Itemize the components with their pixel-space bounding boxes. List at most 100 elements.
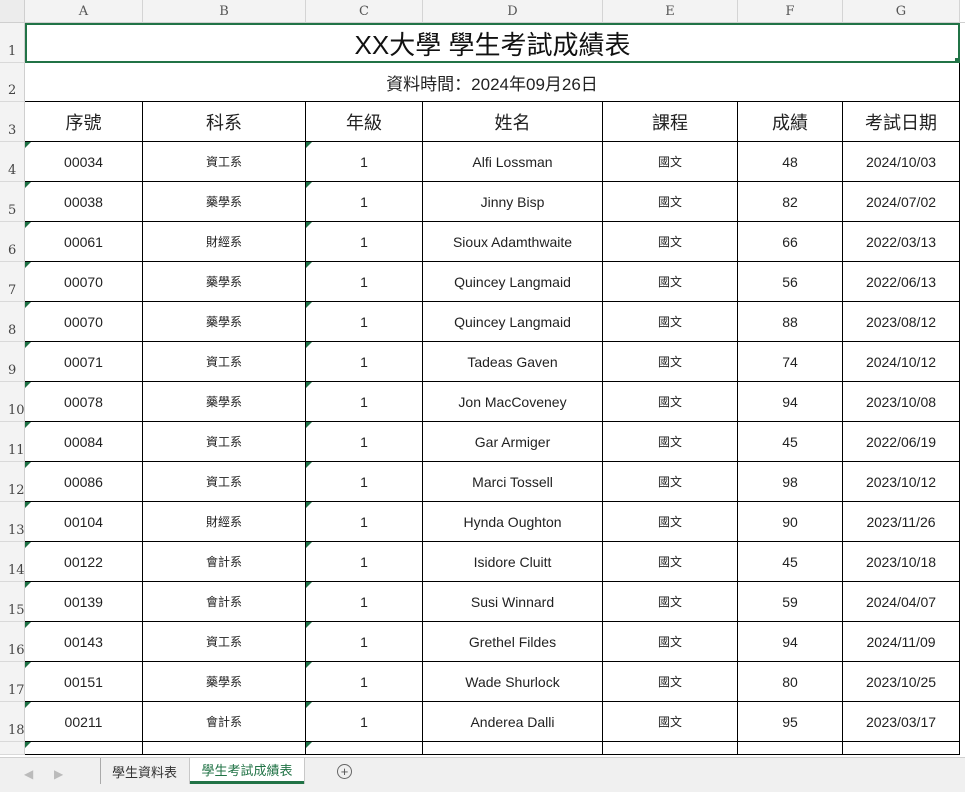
table-cell[interactable]: 88 [738,302,843,342]
row-header-19[interactable] [0,742,25,755]
add-sheet-plus-icon[interactable]: + [337,764,352,779]
table-cell-empty[interactable] [143,742,306,755]
table-cell[interactable]: 財經系 [143,222,306,262]
data-time-cell[interactable]: 資料時間：2024年09月26日 [25,63,960,102]
row-header-5[interactable]: 5 [0,182,25,222]
table-cell[interactable]: Wade Shurlock [423,662,603,702]
table-cell[interactable]: 94 [738,622,843,662]
table-cell[interactable]: 2022/06/19 [843,422,960,462]
table-cell[interactable]: 2024/10/03 [843,142,960,182]
row-header-9[interactable]: 9 [0,342,25,382]
table-cell[interactable]: 2024/11/09 [843,622,960,662]
table-header-cell[interactable]: 年級 [306,102,423,142]
row-header-16[interactable]: 16 [0,622,25,662]
table-cell[interactable]: 國文 [603,382,738,422]
row-header-10[interactable]: 10 [0,382,25,422]
table-cell[interactable]: 國文 [603,342,738,382]
table-cell[interactable]: 藥學系 [143,662,306,702]
table-cell[interactable]: Tadeas Gaven [423,342,603,382]
table-cell[interactable]: 國文 [603,142,738,182]
row-header-4[interactable]: 4 [0,142,25,182]
table-cell-empty[interactable] [603,742,738,755]
table-cell[interactable]: 2024/10/12 [843,342,960,382]
table-cell[interactable]: 國文 [603,462,738,502]
table-cell[interactable]: 藥學系 [143,262,306,302]
row-header-2[interactable]: 2 [0,63,25,102]
table-cell[interactable]: 98 [738,462,843,502]
row-header-14[interactable]: 14 [0,542,25,582]
table-cell-empty[interactable] [738,742,843,755]
row-header-15[interactable]: 15 [0,582,25,622]
table-cell[interactable]: 國文 [603,302,738,342]
table-cell[interactable]: Marci Tossell [423,462,603,502]
table-cell[interactable]: 95 [738,702,843,742]
row-header-17[interactable]: 17 [0,662,25,702]
table-cell[interactable]: 66 [738,222,843,262]
table-cell[interactable]: 1 [306,462,423,502]
table-cell[interactable]: 00104 [25,502,143,542]
scroll-tabs-left-icon[interactable]: ◀ [24,767,33,781]
table-cell[interactable]: Jinny Bisp [423,182,603,222]
table-cell[interactable]: 資工系 [143,462,306,502]
table-cell[interactable]: 2023/10/25 [843,662,960,702]
table-cell[interactable]: 00078 [25,382,143,422]
table-cell[interactable]: Jon MacCoveney [423,382,603,422]
column-header-b[interactable]: B [143,0,306,23]
table-cell[interactable]: 資工系 [143,342,306,382]
table-cell[interactable]: 2023/08/12 [843,302,960,342]
table-cell[interactable]: 1 [306,342,423,382]
table-cell[interactable]: 藥學系 [143,302,306,342]
table-cell[interactable]: 48 [738,142,843,182]
table-cell[interactable]: 1 [306,182,423,222]
table-cell[interactable]: 00143 [25,622,143,662]
row-header-3[interactable]: 3 [0,102,25,142]
table-cell[interactable]: 00211 [25,702,143,742]
table-cell[interactable]: Alfi Lossman [423,142,603,182]
table-cell[interactable]: 45 [738,542,843,582]
table-cell[interactable]: Quincey Langmaid [423,302,603,342]
table-cell[interactable]: 1 [306,422,423,462]
table-cell[interactable]: 1 [306,142,423,182]
spreadsheet-grid[interactable]: A B C D E F G 1 XX大學 學生考試成績表 2 資料時間：2024年09月26日 3 序號… [0,0,965,757]
table-cell[interactable]: Hynda Oughton [423,502,603,542]
table-cell[interactable]: 94 [738,382,843,422]
table-cell[interactable]: 00070 [25,302,143,342]
column-header-f[interactable]: F [738,0,843,23]
table-cell[interactable]: 1 [306,582,423,622]
table-cell[interactable]: 2023/10/08 [843,382,960,422]
table-cell[interactable]: 00034 [25,142,143,182]
row-header-8[interactable]: 8 [0,302,25,342]
table-cell[interactable]: 00071 [25,342,143,382]
table-cell[interactable]: 國文 [603,502,738,542]
table-cell[interactable]: 00084 [25,422,143,462]
table-cell[interactable]: 56 [738,262,843,302]
sheet-title-cell[interactable]: XX大學 學生考試成績表 [25,23,960,63]
table-cell[interactable]: 會計系 [143,582,306,622]
table-cell[interactable]: 2023/10/18 [843,542,960,582]
table-cell[interactable]: 國文 [603,222,738,262]
table-cell[interactable]: 國文 [603,182,738,222]
row-header-11[interactable]: 11 [0,422,25,462]
table-cell-empty[interactable] [843,742,960,755]
table-header-cell[interactable]: 姓名 [423,102,603,142]
row-header-18[interactable]: 18 [0,702,25,742]
table-cell[interactable]: 2024/07/02 [843,182,960,222]
table-header-cell[interactable]: 課程 [603,102,738,142]
table-cell[interactable]: 2023/03/17 [843,702,960,742]
table-cell-empty[interactable] [25,742,143,755]
table-cell[interactable]: 國文 [603,582,738,622]
table-cell[interactable]: Quincey Langmaid [423,262,603,302]
scroll-tabs-right-icon[interactable]: ▶ [54,767,63,781]
table-cell[interactable]: 國文 [603,422,738,462]
table-cell[interactable]: 1 [306,662,423,702]
table-cell[interactable]: 74 [738,342,843,382]
table-header-cell[interactable]: 科系 [143,102,306,142]
column-header-g[interactable]: G [843,0,960,23]
table-cell[interactable]: 藥學系 [143,382,306,422]
table-cell[interactable]: 資工系 [143,422,306,462]
table-cell[interactable]: 國文 [603,622,738,662]
column-header-e[interactable]: E [603,0,738,23]
table-cell[interactable]: 80 [738,662,843,702]
table-cell[interactable]: 2023/11/26 [843,502,960,542]
table-cell[interactable]: 國文 [603,702,738,742]
